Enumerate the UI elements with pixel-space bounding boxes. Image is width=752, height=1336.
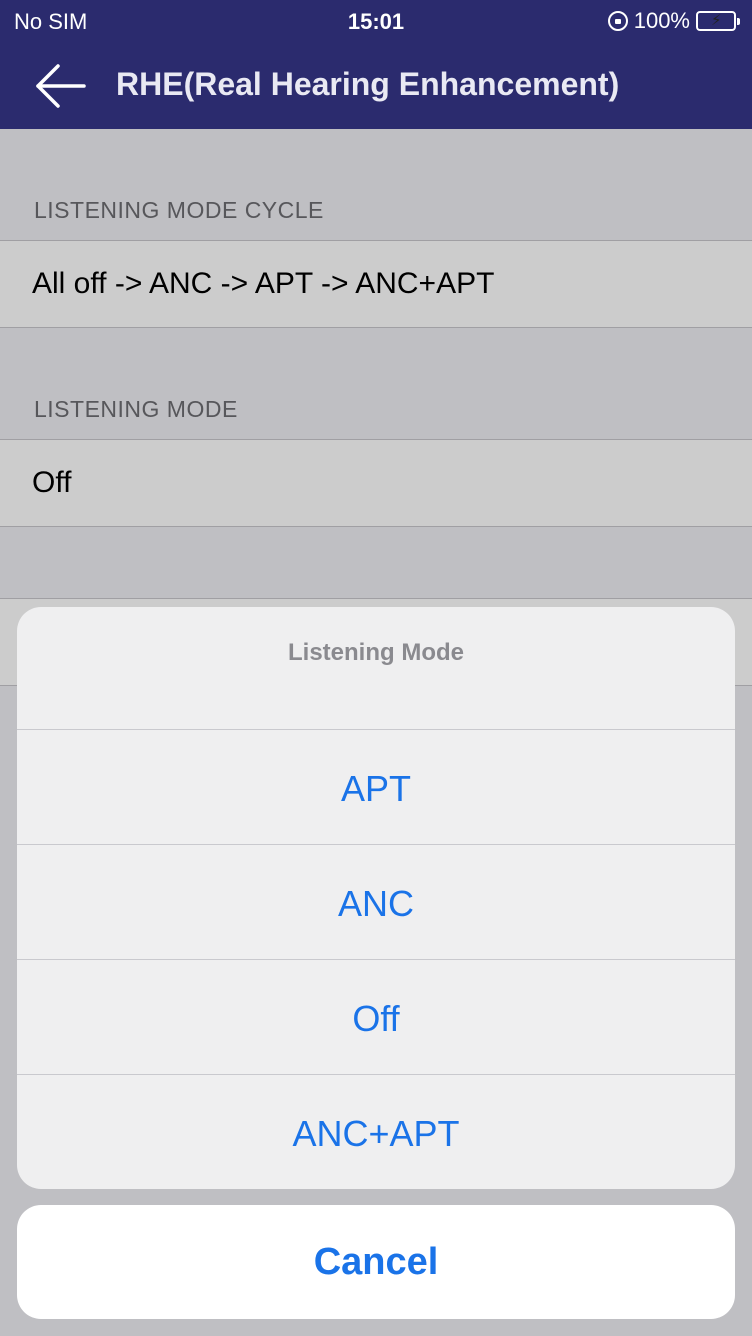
cancel-button[interactable]: Cancel xyxy=(17,1205,735,1319)
battery-percent: 100% xyxy=(633,8,690,33)
status-bar: No SIM 15:01 100% ⚡ xyxy=(0,0,752,40)
orientation-lock-icon xyxy=(607,11,628,31)
option-label: APT xyxy=(340,768,411,809)
cancel-label: Cancel xyxy=(313,1241,439,1283)
navigation-bar: RHE(Real Hearing Enhancement) xyxy=(0,40,752,129)
action-sheet-title: Listening Mode xyxy=(17,607,735,729)
back-button[interactable] xyxy=(30,58,90,114)
action-sheet-title-label: Listening Mode xyxy=(288,639,464,666)
page-title: RHE(Real Hearing Enhancement) xyxy=(116,66,620,102)
option-off[interactable]: Off xyxy=(17,959,735,1074)
arrow-left-icon xyxy=(36,64,86,108)
charging-bolt-icon: ⚡ xyxy=(711,12,722,29)
battery-icon: ⚡ xyxy=(696,11,740,31)
action-sheet: Listening Mode APT ANC Off ANC+APT xyxy=(17,607,735,1189)
option-label: Off xyxy=(352,998,400,1039)
option-apt[interactable]: APT xyxy=(17,729,735,844)
option-anc-apt[interactable]: ANC+APT xyxy=(17,1074,735,1189)
option-label: ANC+APT xyxy=(292,1113,460,1154)
option-label: ANC xyxy=(337,883,414,924)
option-anc[interactable]: ANC xyxy=(17,844,735,959)
status-right-group: 100% ⚡ xyxy=(607,8,740,34)
